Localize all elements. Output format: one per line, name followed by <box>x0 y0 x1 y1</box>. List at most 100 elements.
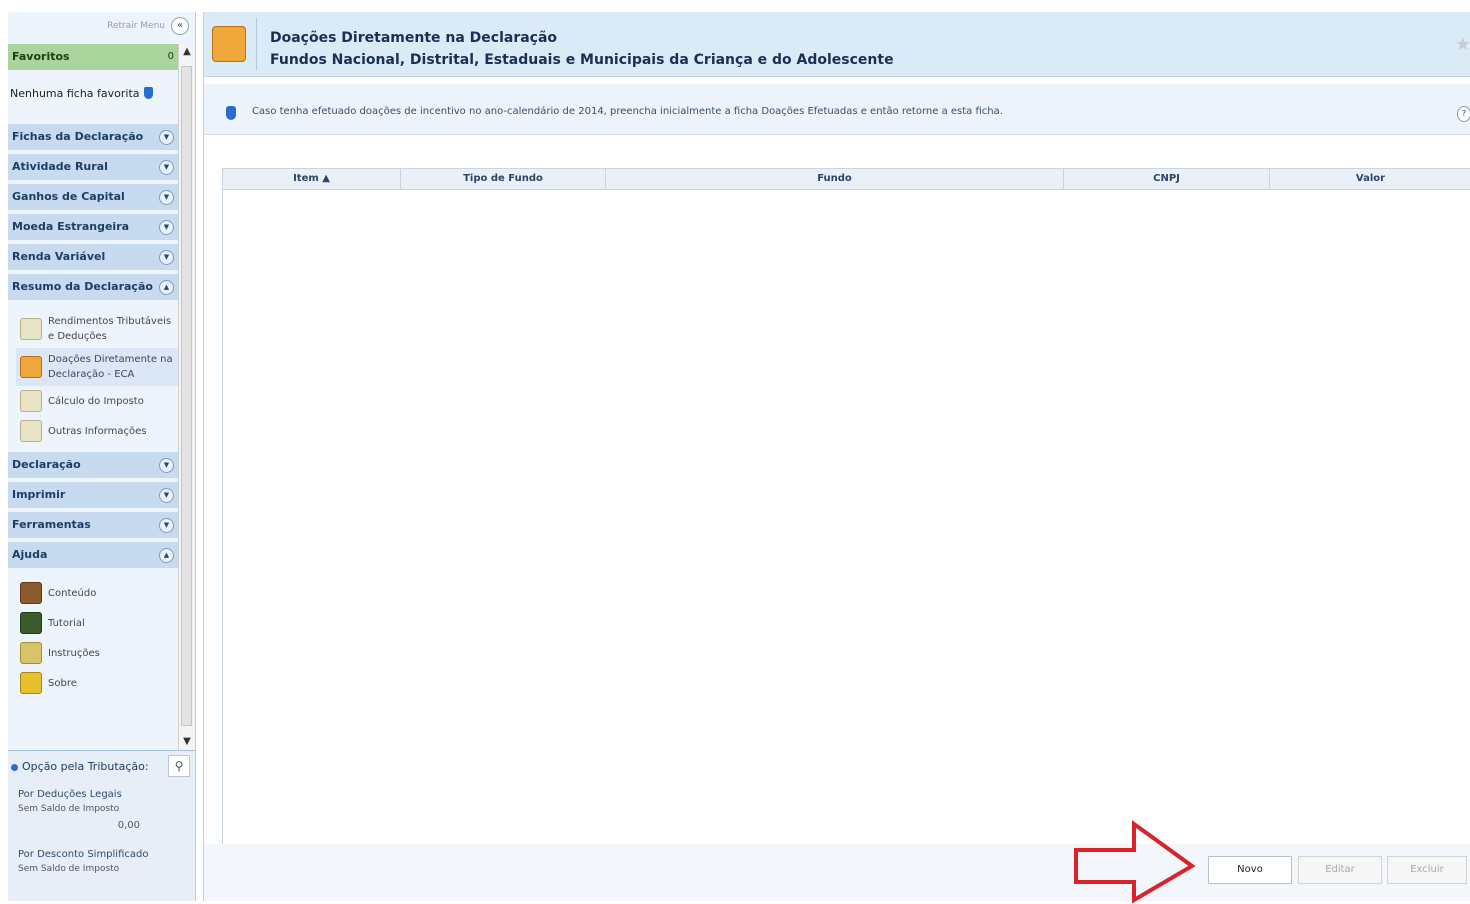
tax-option-header: Opção pela Tributação: ⚲ <box>8 751 195 783</box>
column-header-cnpj[interactable]: CNPJ <box>1064 169 1270 189</box>
sidebar-item-label: Cálculo do Imposto <box>48 395 144 407</box>
group-label: Ajuda <box>12 548 48 561</box>
delete-button[interactable]: Excluir <box>1387 856 1467 884</box>
house-icon <box>20 356 42 378</box>
shield-icon <box>143 87 153 99</box>
group-ajuda[interactable]: Ajuda ▲ <box>8 542 180 568</box>
page-header: Doações Diretamente na Declaração Fundos… <box>204 12 1470 77</box>
expand-icon[interactable]: ▼ <box>159 488 174 503</box>
button-bar: Novo Editar Excluir <box>204 844 1470 901</box>
group-label: Renda Variável <box>12 250 106 263</box>
table-header: Item ▲ Tipo de Fundo Fundo CNPJ Valor <box>223 169 1470 190</box>
group-label: Imprimir <box>12 488 66 501</box>
sidebar-scrollbar[interactable]: ▲ ▼ <box>178 44 195 750</box>
column-header-tipo-fundo[interactable]: Tipo de Fundo <box>401 169 606 189</box>
group-label: Ferramentas <box>12 518 91 531</box>
info-shield-icon <box>226 106 236 120</box>
expand-icon[interactable]: ▼ <box>159 250 174 265</box>
tax-option-title: Opção pela Tributação: <box>22 760 149 773</box>
collapse-icon[interactable]: ▲ <box>159 548 174 563</box>
tax-legal-balance-value: 0,00 <box>117 820 140 831</box>
expand-icon[interactable]: ▼ <box>159 458 174 473</box>
new-button[interactable]: Novo <box>1208 856 1292 884</box>
favorites-group[interactable]: Favoritos 0 <box>8 44 180 70</box>
column-header-valor[interactable]: Valor <box>1270 169 1470 189</box>
group-label: Moeda Estrangeira <box>12 220 130 233</box>
sidebar-item-label: Instruções <box>48 647 100 659</box>
group-fichas-declaracao[interactable]: Fichas da Declaração ▼ <box>8 124 180 150</box>
favorite-star-icon[interactable]: ★ <box>1455 34 1470 55</box>
info-message: Caso tenha efetuado doações de incentivo… <box>252 106 1003 117</box>
group-ferramentas[interactable]: Ferramentas ▼ <box>8 512 180 538</box>
retract-menu-icon[interactable]: « <box>171 17 189 35</box>
sidebar-menu: Retrair Menu « Favoritos 0 Nenhuma ficha… <box>8 12 196 901</box>
expand-icon[interactable]: ▼ <box>159 160 174 175</box>
group-label: Atividade Rural <box>12 160 108 173</box>
tax-simplified-label[interactable]: Por Desconto Simplificado <box>8 849 195 860</box>
expand-icon[interactable]: ▼ <box>159 518 174 533</box>
sidebar-item-outras-informacoes[interactable]: Outras Informações <box>16 416 180 446</box>
tax-option-panel: Opção pela Tributação: ⚲ Por Deduções Le… <box>8 750 195 901</box>
help-icon[interactable]: ? <box>1457 106 1470 122</box>
scroll-down-icon[interactable]: ▼ <box>179 734 195 750</box>
sidebar-item-label: Sobre <box>48 677 77 689</box>
group-moeda-estrangeira[interactable]: Moeda Estrangeira ▼ <box>8 214 180 240</box>
sidebar-item-calculo-imposto[interactable]: Cálculo do Imposto <box>16 386 180 416</box>
main-panel: Doações Diretamente na Declaração Fundos… <box>203 12 1470 901</box>
calculator-icon <box>20 390 42 412</box>
scroll-thumb[interactable] <box>181 66 192 726</box>
group-resumo-declaracao[interactable]: Resumo da Declaração ▲ <box>8 274 180 300</box>
page-subtitle: Fundos Nacional, Distrital, Estaduais e … <box>270 52 894 68</box>
column-header-item[interactable]: Item ▲ <box>223 169 401 189</box>
tutorial-icon <box>20 612 42 634</box>
sidebar-item-label: Rendimentos Tributáveis e Deduções <box>48 316 172 342</box>
info-doc-icon <box>20 420 42 442</box>
money-bag-icon <box>20 318 42 340</box>
sidebar-item-rendimentos[interactable]: Rendimentos Tributáveis e Deduções <box>16 310 180 348</box>
donations-table: Item ▲ Tipo de Fundo Fundo CNPJ Valor <box>222 168 1470 846</box>
expand-icon[interactable]: ▼ <box>159 190 174 205</box>
info-bar: Caso tenha efetuado doações de incentivo… <box>204 84 1470 135</box>
tax-legal-label[interactable]: Por Deduções Legais <box>8 789 195 800</box>
instructions-icon <box>20 642 42 664</box>
favorites-count: 0 <box>167 51 174 62</box>
sidebar-item-conteudo[interactable]: Conteúdo <box>16 578 180 608</box>
sidebar-item-label: Outras Informações <box>48 425 147 437</box>
group-label: Declaração <box>12 458 81 471</box>
group-ganhos-capital[interactable]: Ganhos de Capital ▼ <box>8 184 180 210</box>
expand-icon[interactable]: ▼ <box>159 130 174 145</box>
scroll-up-icon[interactable]: ▲ <box>179 44 195 60</box>
retract-menu-label[interactable]: Retrair Menu <box>107 21 165 31</box>
group-label: Ganhos de Capital <box>12 190 125 203</box>
sidebar-item-label: Tutorial <box>48 617 85 629</box>
sidebar-item-sobre[interactable]: Sobre <box>16 668 180 698</box>
group-renda-variavel[interactable]: Renda Variável ▼ <box>8 244 180 270</box>
group-atividade-rural[interactable]: Atividade Rural ▼ <box>8 154 180 180</box>
sidebar-item-label: Doações Diretamente na Declaração - ECA <box>48 354 173 380</box>
favorites-empty-text: Nenhuma ficha favorita <box>10 87 140 100</box>
header-divider <box>256 18 257 70</box>
house-icon <box>212 26 246 62</box>
column-header-fundo[interactable]: Fundo <box>606 169 1064 189</box>
book-icon <box>20 582 42 604</box>
page-title: Doações Diretamente na Declaração <box>270 30 558 46</box>
tax-simplified-balance-label: Sem Saldo de Imposto <box>18 864 120 874</box>
sidebar-item-tutorial[interactable]: Tutorial <box>16 608 180 638</box>
collapse-icon[interactable]: ▲ <box>159 280 174 295</box>
edit-button[interactable]: Editar <box>1298 856 1382 884</box>
group-imprimir[interactable]: Imprimir ▼ <box>8 482 180 508</box>
favorites-label: Favoritos <box>12 50 70 63</box>
tax-legal-balance-label: Sem Saldo de Imposto <box>18 804 120 814</box>
expand-icon[interactable]: ▼ <box>159 220 174 235</box>
sidebar-item-instrucoes[interactable]: Instruções <box>16 638 180 668</box>
search-icon[interactable]: ⚲ <box>168 755 190 777</box>
sidebar-item-doacoes-eca[interactable]: Doações Diretamente na Declaração - ECA <box>16 348 180 386</box>
about-icon <box>20 672 42 694</box>
red-arrow-icon <box>1074 820 1196 904</box>
group-label: Fichas da Declaração <box>12 130 144 143</box>
ajuda-items: Conteúdo Tutorial Instruções Sobre <box>8 572 180 704</box>
resumo-items: Rendimentos Tributáveis e Deduções Doaçõ… <box>8 304 180 452</box>
favorites-empty: Nenhuma ficha favorita <box>8 74 180 124</box>
sidebar-top-bar: Retrair Menu « <box>8 12 195 44</box>
group-declaracao[interactable]: Declaração ▼ <box>8 452 180 478</box>
